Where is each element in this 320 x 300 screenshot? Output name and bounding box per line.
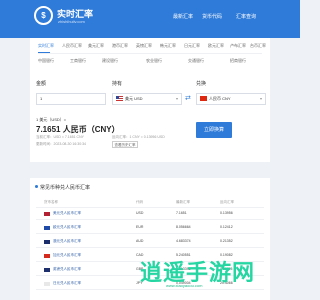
to-currency-select[interactable]: 人民币 CNY ▾ (196, 93, 266, 105)
watermark-url: www.xiaoyaoou.com (166, 283, 203, 288)
update-time: 更新时间：2023-08-30 16:30:34 (36, 142, 86, 146)
result-caption: 1 美元（USD）= (36, 117, 67, 122)
current-rate: 当前汇率：USD = 7.1651 CNY (36, 135, 84, 139)
latest-rate: 4.683374 (176, 239, 191, 243)
tab-boc[interactable]: 中国银行 (38, 58, 54, 64)
nav-latest-rates[interactable]: 最新汇率 (173, 13, 193, 20)
header-reverse: 反向汇率 (220, 200, 234, 204)
header-currency: 货币名称 (44, 200, 58, 204)
header-code: 代码 (136, 200, 143, 204)
tab-krw[interactable]: 韩元汇率 (160, 43, 176, 49)
to-label: 兑换 (196, 81, 207, 87)
from-currency-select[interactable]: 美元 USD ▾ (112, 93, 182, 105)
flag-icon (44, 281, 50, 286)
table-title: 常见币种兑人民币汇率 (40, 185, 91, 191)
tab-twd[interactable]: 台币汇率 (250, 43, 266, 49)
currency-tabs: 实时汇率 人民币汇率 美元汇率 港币汇率 英镑汇率 韩元汇率 日元汇率 欧元汇率… (30, 38, 270, 73)
header-divider (36, 207, 264, 208)
flag-icon (44, 225, 50, 230)
logo-icon[interactable]: $ (34, 6, 53, 25)
convert-button[interactable]: 立即换算 (196, 122, 232, 138)
reverse-rate: 0.12412 (220, 225, 233, 229)
tab-hkd[interactable]: 港币汇率 (112, 43, 128, 49)
from-currency-value: 美元 USD (125, 96, 143, 101)
amount-input[interactable]: 1 (36, 93, 106, 105)
tabs-divider (38, 53, 262, 54)
converter-panel: 金额 1 持有 美元 USD ▾ ⇄ 兑换 人民币 CNY ▾ 1 美元（USD… (30, 72, 270, 162)
site-header: $ 实时汇率 zhishihuilv.com 最新汇率 货币代码 汇率查询 (0, 0, 300, 38)
currency-name-link[interactable]: 欧元兑人民币汇率 (53, 225, 81, 230)
chevron-down-icon: ▾ (259, 96, 262, 101)
tab-bocom[interactable]: 交通银行 (188, 58, 204, 64)
history-rate-button[interactable]: 查看历史汇率 (112, 141, 138, 148)
currency-name-link[interactable]: 英镑兑人民币汇率 (53, 267, 81, 272)
tab-jpy[interactable]: 日元汇率 (184, 43, 200, 49)
tab-eur[interactable]: 欧元汇率 (208, 43, 224, 49)
row-divider (36, 247, 264, 248)
row-divider (36, 219, 264, 220)
flag-icon (44, 267, 50, 272)
flag-icon (44, 239, 50, 244)
tab-abc[interactable]: 农业银行 (146, 58, 162, 64)
cn-flag-icon (200, 96, 207, 102)
title-bullet-icon (35, 185, 38, 188)
currency-name-link[interactable]: 美元兑人民币汇率 (53, 211, 81, 216)
reverse-rate: 反向汇率：1 CNY = 0.13956 USD (112, 135, 165, 139)
currency-code: EUR (136, 225, 144, 229)
from-label: 持有 (112, 81, 123, 87)
amount-label: 金额 (36, 81, 47, 87)
latest-rate: 7.1651 (176, 211, 187, 215)
reverse-rate: 0.21352 (220, 239, 233, 243)
to-currency-value: 人民币 CNY (209, 96, 231, 101)
tab-cmb[interactable]: 招商银行 (230, 58, 246, 64)
tab-realtime[interactable]: 实时汇率 (38, 43, 54, 49)
nav-currency-codes[interactable]: 货币代码 (202, 13, 222, 20)
result-value: 7.1651 人民币（CNY） (36, 125, 120, 134)
tab-icbc[interactable]: 工商银行 (70, 58, 86, 64)
tab-rub[interactable]: 卢布汇率 (230, 43, 246, 49)
row-divider (36, 289, 264, 290)
row-divider (36, 233, 264, 234)
flag-icon (44, 253, 50, 258)
chevron-down-icon: ▾ (175, 96, 178, 101)
currency-name-link[interactable]: 澳元兑人民币汇率 (53, 239, 81, 244)
currency-code: AUD (136, 239, 144, 243)
tab-gbp[interactable]: 英镑汇率 (136, 43, 152, 49)
currency-code: USD (136, 211, 144, 215)
tab-cny[interactable]: 人民币汇率 (62, 43, 82, 49)
tab-usd[interactable]: 美元汇率 (88, 43, 104, 49)
tab-ccb[interactable]: 建设银行 (102, 58, 118, 64)
swap-icon[interactable]: ⇄ (185, 94, 191, 102)
site-domain: zhishihuilv.com (58, 19, 85, 24)
currency-name-link[interactable]: 加元兑人民币汇率 (53, 253, 81, 258)
currency-name-link[interactable]: 日元兑人民币汇率 (53, 281, 81, 286)
latest-rate: 8.056664 (176, 225, 191, 229)
reverse-rate: 0.13956 (220, 211, 233, 215)
us-flag-icon (116, 96, 123, 102)
nav-rate-query[interactable]: 汇率查询 (236, 13, 256, 20)
flag-icon (44, 211, 50, 216)
header-rate: 最新汇率 (176, 200, 190, 204)
